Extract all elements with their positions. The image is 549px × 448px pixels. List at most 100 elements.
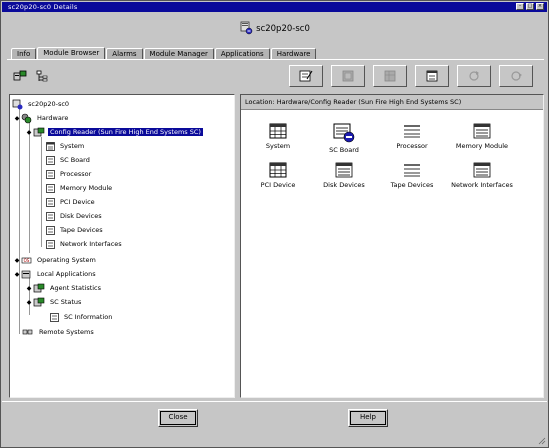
table-icon: [473, 123, 491, 139]
expand-toggle-icon[interactable]: ◆: [14, 115, 20, 122]
hardware-icon: [21, 113, 32, 123]
bottom-divider: [2, 401, 547, 402]
window-title: sc20p20-sc0 Details: [8, 3, 78, 11]
module-tree[interactable]: sc20p20-sc0 ◆ Hardware ◆ Config Reader (…: [9, 94, 235, 398]
properties-button[interactable]: [373, 65, 407, 87]
grid-item-tape-devices[interactable]: Tape Devices: [375, 162, 449, 189]
grid-item-processor[interactable]: Processor: [375, 123, 449, 150]
edit-icon: [299, 70, 313, 82]
action-toolbar: [289, 65, 533, 87]
tree-item-label: Operating System: [37, 256, 96, 264]
grid-item-network-interfaces[interactable]: Network Interfaces: [445, 162, 519, 189]
module-icon: [33, 283, 45, 292]
host-icon: [12, 99, 23, 109]
remote-systems-icon: [22, 329, 33, 334]
table-icon: [46, 197, 55, 207]
close-window-button[interactable]: ×: [536, 3, 544, 10]
grid-item-label: Disk Devices: [323, 181, 365, 189]
host-icon: [239, 21, 253, 37]
grid-item-label: Processor: [396, 142, 428, 150]
tree-item-memory-module[interactable]: Memory Module: [46, 182, 114, 194]
tree-item-label: SC Information: [64, 313, 113, 321]
tree-item-label: SC Board: [60, 156, 90, 164]
module-icon: [33, 297, 45, 306]
expand-toggle-icon[interactable]: ◆: [14, 257, 20, 264]
table-icon: [50, 312, 59, 322]
grid-item-disk-devices[interactable]: Disk Devices: [307, 162, 381, 189]
expand-toggle-icon[interactable]: ◆: [26, 285, 32, 292]
tree-item-label: SC Status: [50, 298, 82, 306]
title-bar[interactable]: sc20p20-sc0 Details - □ ×: [2, 2, 547, 12]
location-bar: Location: Hardware/Config Reader (Sun Fi…: [241, 95, 543, 110]
tree-item-local-applications[interactable]: ◆ Local Applications: [14, 268, 98, 280]
grid-item-label: System: [265, 142, 291, 150]
close-button[interactable]: Close: [158, 409, 198, 427]
refresh-all-button[interactable]: [499, 65, 533, 87]
edit-properties-button[interactable]: [289, 65, 323, 87]
tab-divider: [7, 59, 544, 60]
tree-item-label: Local Applications: [37, 270, 96, 278]
grid-item-label: PCI Device: [260, 181, 296, 189]
maximize-button[interactable]: □: [526, 3, 534, 10]
tree-item-tape-devices[interactable]: Tape Devices: [46, 224, 105, 236]
expand-toggle-icon[interactable]: ◆: [26, 129, 32, 136]
refresh-button[interactable]: [457, 65, 491, 87]
tree-item-sc-board[interactable]: SC Board: [46, 154, 92, 166]
expand-toggle-icon[interactable]: ◆: [26, 299, 32, 306]
tree-line: [19, 109, 20, 334]
refresh-all-icon: [511, 71, 522, 81]
tree-item-processor[interactable]: Processor: [46, 168, 93, 180]
module-contents: Location: Hardware/Config Reader (Sun Fi…: [240, 94, 544, 398]
table-icon: [333, 123, 355, 143]
tree-item-system[interactable]: System: [46, 140, 86, 152]
grid-item-memory-module[interactable]: Memory Module: [445, 123, 519, 150]
tree-item-label: Network Interfaces: [60, 240, 122, 248]
tree-item-network-interfaces[interactable]: Network Interfaces: [46, 238, 124, 250]
tree-item-label: Remote Systems: [39, 328, 94, 336]
refresh-icon: [469, 71, 479, 81]
tree-item-config-reader[interactable]: ◆ Config Reader (Sun Fire High End Syste…: [26, 126, 203, 138]
properties-icon: [384, 70, 396, 82]
tree-item-host[interactable]: sc20p20-sc0: [12, 98, 71, 110]
table-icon: [269, 162, 287, 178]
tree-item-agent-statistics[interactable]: ◆ Agent Statistics: [26, 282, 103, 294]
tree-item-label: Agent Statistics: [50, 284, 102, 292]
table-icon: [46, 225, 55, 235]
grid-item-system[interactable]: System: [241, 123, 315, 150]
tree-line: [29, 123, 30, 253]
tree-item-hardware[interactable]: ◆ Hardware: [14, 112, 70, 124]
view-toolbar: [13, 69, 49, 83]
grid-item-label: Network Interfaces: [451, 181, 513, 189]
hierarchy-view-icon[interactable]: [35, 69, 49, 83]
minimize-button[interactable]: -: [516, 3, 524, 10]
table-view-button[interactable]: [415, 65, 449, 87]
tree-item-pci-device[interactable]: PCI Device: [46, 196, 97, 208]
expand-toggle-icon[interactable]: ◆: [14, 271, 20, 278]
resize-grip-icon[interactable]: [537, 436, 546, 445]
tree-item-disk-devices[interactable]: Disk Devices: [46, 210, 104, 222]
table-icon: [473, 162, 491, 178]
tree-item-operating-system[interactable]: ◆ OS Operating System: [14, 254, 98, 266]
table-icon: [335, 162, 353, 178]
host-header: sc20p20-sc0: [2, 13, 547, 45]
tree-item-label: Processor: [60, 170, 92, 178]
tree-item-sc-status[interactable]: ◆ SC Status: [26, 296, 83, 308]
tree-view-icon[interactable]: [13, 69, 27, 83]
grid-item-label: Tape Devices: [390, 181, 434, 189]
applications-icon: [21, 270, 31, 278]
tree-item-remote-systems[interactable]: Remote Systems: [22, 326, 96, 338]
tree-item-sc-information[interactable]: SC Information: [50, 311, 114, 323]
grid-item-pci-device[interactable]: PCI Device: [241, 162, 315, 189]
host-name: sc20p20-sc0: [256, 24, 310, 34]
tree-item-label: Memory Module: [60, 184, 113, 192]
table-icon: [404, 164, 420, 177]
help-button[interactable]: Help: [348, 409, 388, 427]
graph-button[interactable]: [331, 65, 365, 87]
svg-text:OS: OS: [24, 258, 30, 263]
grid-item-sc-board[interactable]: SC Board: [307, 123, 381, 154]
module-icon: [33, 127, 45, 136]
table-icon: [46, 141, 55, 151]
graph-icon: [342, 70, 354, 82]
table-icon: [426, 70, 438, 82]
tree-item-label: Hardware: [37, 114, 69, 122]
